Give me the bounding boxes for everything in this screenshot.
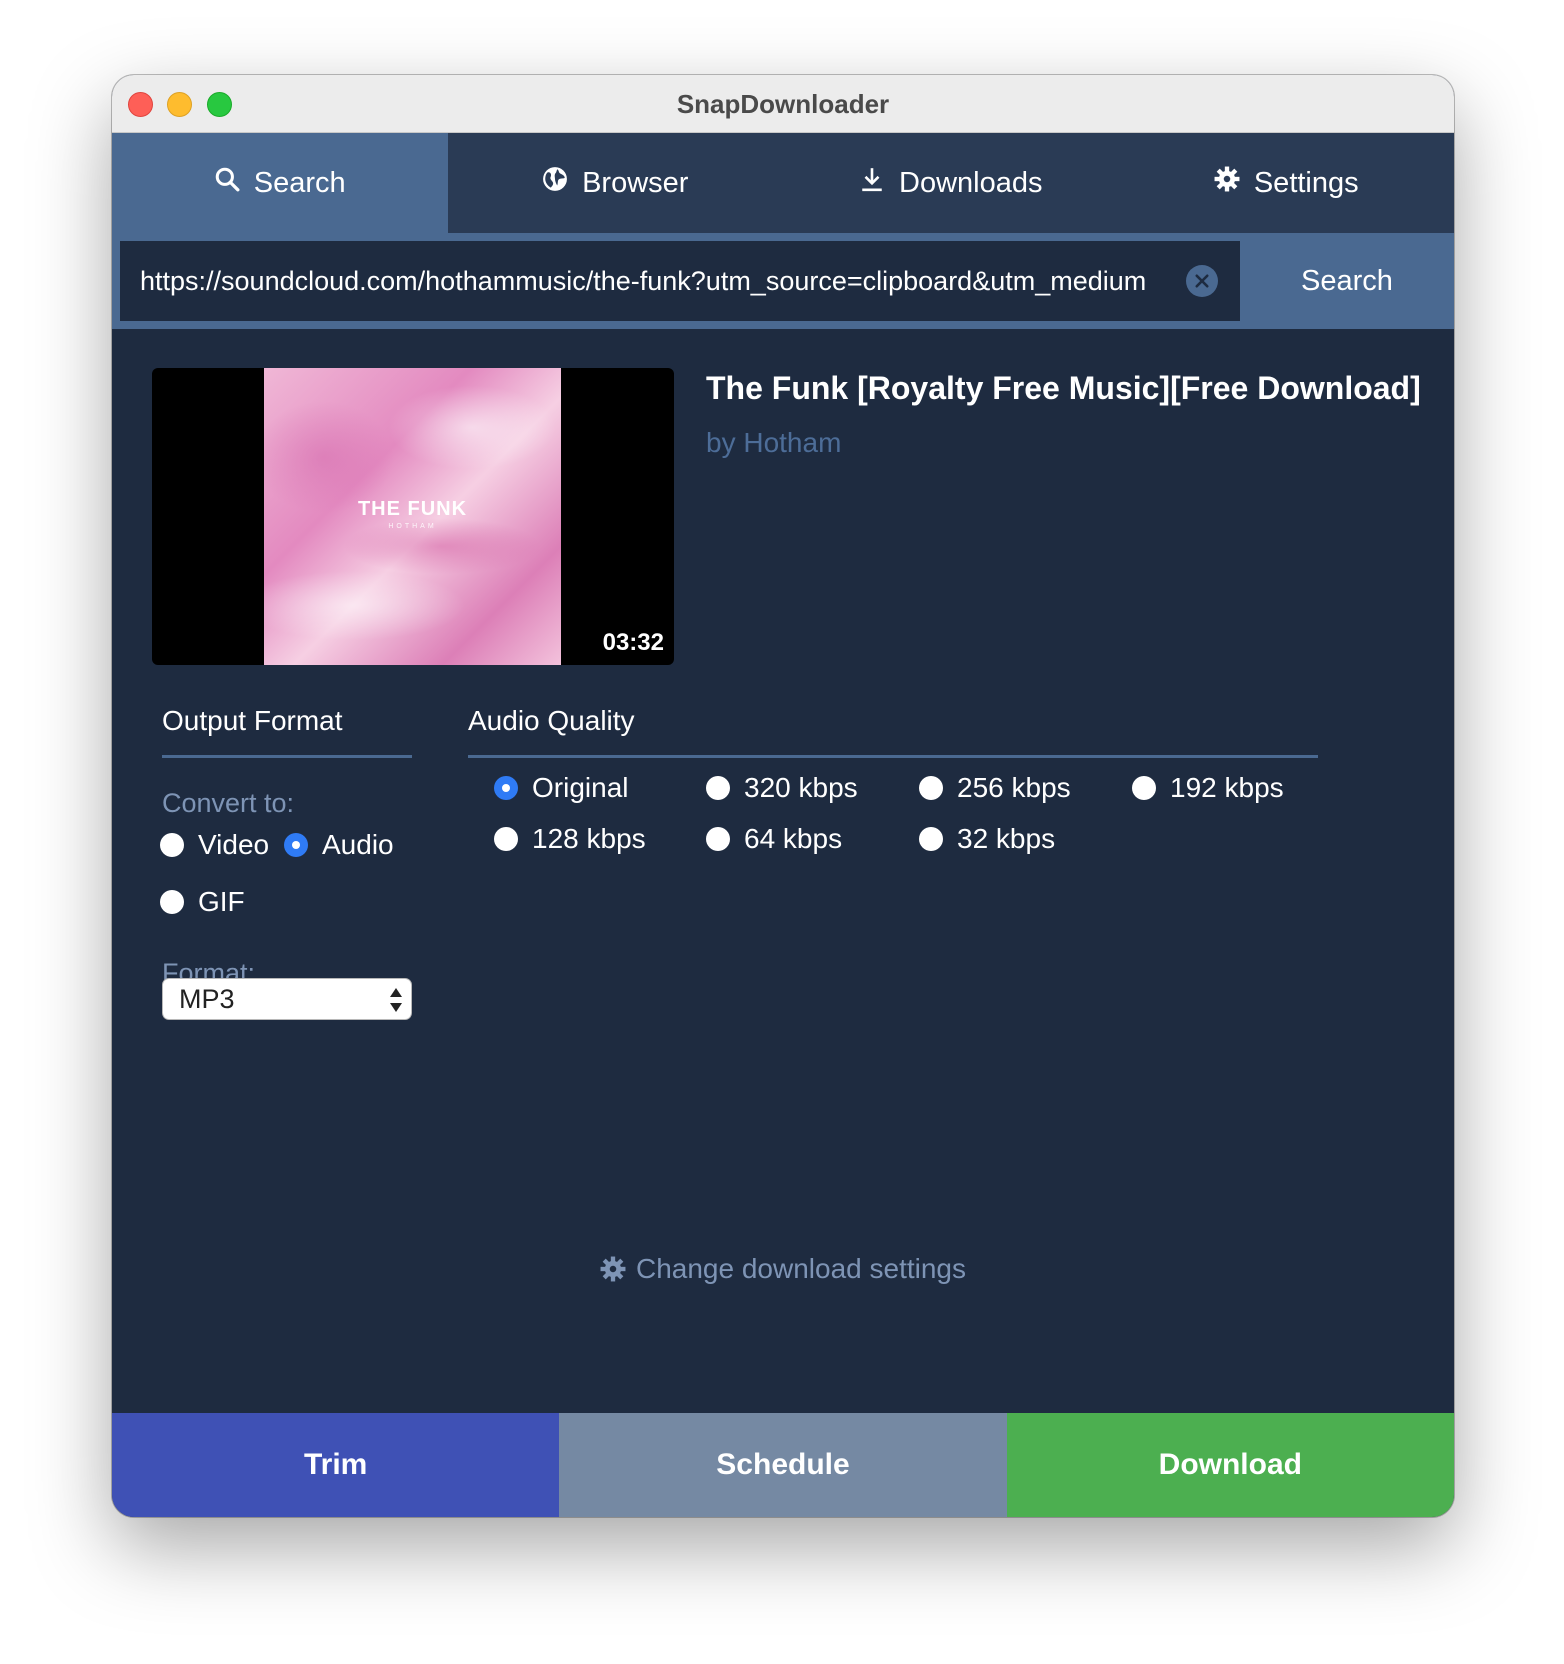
quality-320-radio[interactable]: 320 kbps — [706, 772, 858, 804]
format-select-value: MP3 — [179, 983, 235, 1014]
quality-256-radio[interactable]: 256 kbps — [919, 772, 1071, 804]
change-download-settings-label: Change download settings — [635, 1253, 966, 1284]
media-author: by Hotham — [706, 427, 842, 458]
convert-gif-radio[interactable]: GIF — [160, 886, 245, 918]
trim-button[interactable]: Trim — [112, 1413, 560, 1517]
gear-icon — [1214, 166, 1240, 200]
radio-indicator — [919, 776, 943, 800]
output-format-divider — [162, 755, 412, 758]
quality-128-label: 128 kbps — [532, 823, 646, 854]
audio-quality-title: Audio Quality — [468, 705, 635, 736]
radio-indicator — [160, 833, 184, 857]
close-icon — [1195, 274, 1209, 288]
audio-quality-divider — [468, 755, 1318, 758]
album-art: THE FUNK HOTHAM — [264, 368, 561, 665]
radio-indicator — [494, 776, 518, 800]
main-tabs: Search Browser Downloads Settings — [112, 133, 1454, 233]
media-thumbnail: THE FUNK HOTHAM 03:32 — [152, 368, 674, 665]
tab-search-label: Search — [253, 166, 346, 199]
title-bar: SnapDownloader — [112, 75, 1454, 133]
change-download-settings-link[interactable]: Change download settings — [112, 1253, 1454, 1285]
search-button[interactable]: Search — [1240, 233, 1454, 329]
quality-128-radio[interactable]: 128 kbps — [494, 823, 646, 855]
convert-video-label: Video — [198, 829, 270, 860]
quality-64-label: 64 kbps — [744, 823, 843, 854]
output-format-title: Output Format — [162, 705, 343, 736]
quality-64-radio[interactable]: 64 kbps — [706, 823, 842, 855]
quality-original-radio[interactable]: Original — [494, 772, 628, 804]
media-title: The Funk [Royalty Free Music][Free Downl… — [706, 370, 1421, 406]
convert-audio-radio[interactable]: Audio — [284, 829, 394, 861]
gear-icon — [600, 1256, 626, 1282]
album-art-subtitle: HOTHAM — [388, 523, 437, 530]
quality-32-radio[interactable]: 32 kbps — [919, 823, 1055, 855]
url-input-value: https://soundcloud.com/hothammusic/the-f… — [140, 265, 1147, 296]
tab-settings-label: Settings — [1253, 166, 1359, 199]
download-icon — [859, 166, 885, 200]
tab-settings[interactable]: Settings — [1119, 133, 1455, 233]
quality-192-label: 192 kbps — [1170, 772, 1284, 803]
download-button[interactable]: Download — [1006, 1413, 1454, 1517]
radio-indicator — [160, 890, 184, 914]
search-bar: https://soundcloud.com/hothammusic/the-f… — [112, 233, 1454, 329]
format-select[interactable]: MP3 — [162, 978, 412, 1020]
url-input[interactable]: https://soundcloud.com/hothammusic/the-f… — [120, 241, 1240, 321]
quality-32-label: 32 kbps — [957, 823, 1056, 854]
convert-gif-label: GIF — [198, 886, 245, 917]
tab-downloads-label: Downloads — [899, 166, 1043, 199]
convert-audio-label: Audio — [322, 829, 394, 860]
quality-original-label: Original — [532, 772, 629, 803]
quality-320-label: 320 kbps — [744, 772, 858, 803]
action-bar: Trim Schedule Download — [112, 1413, 1454, 1517]
radio-indicator — [494, 827, 518, 851]
album-art-title: THE FUNK — [357, 498, 468, 520]
select-arrows-icon — [390, 988, 402, 1012]
radio-indicator — [919, 827, 943, 851]
tab-browser-label: Browser — [582, 166, 689, 199]
tab-browser[interactable]: Browser — [448, 133, 784, 233]
tab-downloads[interactable]: Downloads — [783, 133, 1119, 233]
window-title: SnapDownloader — [676, 89, 890, 119]
search-icon — [214, 166, 240, 200]
radio-indicator — [1132, 776, 1156, 800]
quality-192-radio[interactable]: 192 kbps — [1132, 772, 1284, 804]
tab-search[interactable]: Search — [112, 133, 448, 233]
clear-url-button[interactable] — [1186, 265, 1218, 297]
app-window: SnapDownloader Search Browser Downloads … — [112, 75, 1454, 1517]
radio-indicator — [284, 833, 308, 857]
radio-indicator — [706, 827, 730, 851]
globe-icon — [542, 166, 568, 200]
quality-256-label: 256 kbps — [957, 772, 1071, 803]
radio-indicator — [706, 776, 730, 800]
media-duration: 03:32 — [602, 629, 664, 656]
convert-to-label: Convert to: — [162, 788, 295, 818]
schedule-button[interactable]: Schedule — [559, 1413, 1007, 1517]
convert-video-radio[interactable]: Video — [160, 829, 269, 861]
